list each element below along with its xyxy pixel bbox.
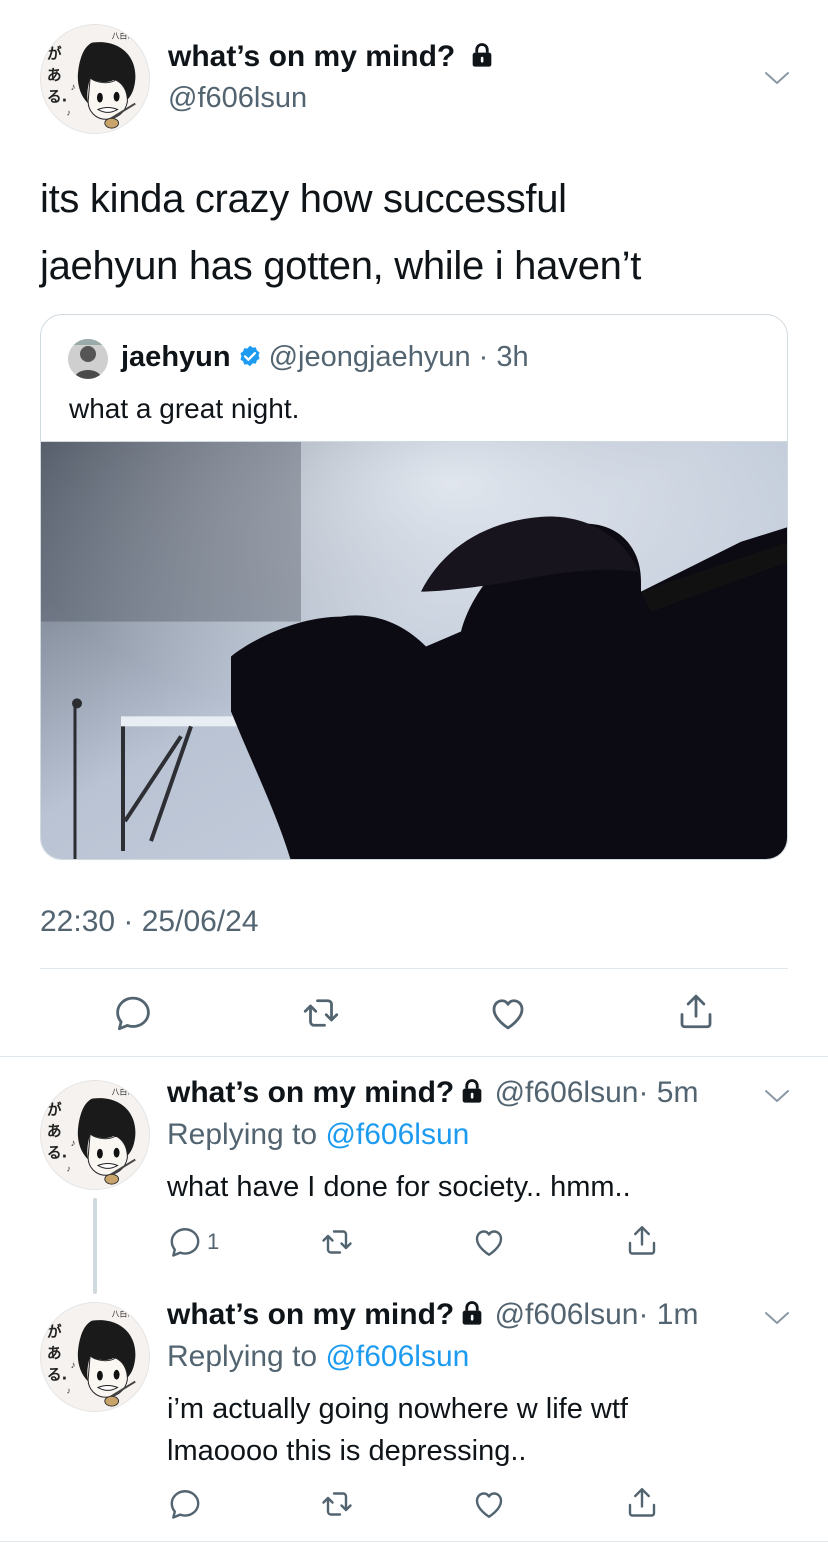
quote-text: what a great night.	[69, 393, 300, 424]
like-icon	[471, 1224, 507, 1260]
chevron-down-icon[interactable]	[764, 1310, 790, 1326]
reply-icon	[112, 992, 154, 1034]
quote-header: jaehyun @jeongjaehyun · 3h	[121, 341, 529, 374]
main-handle[interactable]: @f606lsun	[168, 82, 307, 115]
reply-header: what’s on my mind? @f606lsun· 1m	[167, 1298, 698, 1332]
retweet-button[interactable]	[318, 1224, 356, 1260]
main-tweet-text: its kinda crazy how successful jaehyun h…	[40, 177, 642, 288]
like-button[interactable]	[471, 1224, 507, 1260]
retweet-button[interactable]	[299, 992, 343, 1034]
quote-avatar[interactable]	[68, 339, 108, 379]
replying-to: Replying to @f606lsun	[167, 1118, 470, 1151]
divider	[40, 968, 788, 969]
reply-text: i’m actually going nowhere w life wtf lm…	[167, 1393, 628, 1467]
reply-text: what have I done for society.. hmm..	[167, 1171, 631, 1203]
like-button[interactable]	[487, 992, 529, 1034]
chevron-down-icon[interactable]	[764, 70, 790, 86]
share-icon	[624, 1484, 660, 1520]
reply-count: 1	[207, 1229, 220, 1254]
divider	[0, 1541, 828, 1542]
share-button[interactable]	[624, 1484, 660, 1520]
quote-photo[interactable]	[41, 441, 787, 859]
quote-display-name[interactable]: jaehyun	[121, 341, 231, 373]
reply-button[interactable]	[167, 1486, 203, 1522]
replying-to-link[interactable]: @f606lsun	[325, 1340, 469, 1373]
reply-time: · 5m	[638, 1076, 699, 1109]
retweet-button[interactable]	[318, 1486, 356, 1522]
share-icon	[675, 990, 717, 1032]
retweet-icon	[318, 1486, 356, 1522]
reply-avatar[interactable]	[40, 1080, 150, 1190]
thread-connector-line	[93, 1198, 97, 1294]
reply-icon	[167, 1224, 203, 1260]
reply-button[interactable]	[112, 992, 154, 1034]
lock-icon	[458, 1077, 486, 1105]
reply-display-name[interactable]: what’s on my mind?	[167, 1076, 454, 1109]
quote-time: · 3h	[478, 341, 529, 373]
reply-time: · 1m	[638, 1298, 699, 1331]
main-display-name[interactable]: what’s on my mind?	[168, 40, 496, 74]
chevron-down-icon[interactable]	[764, 1088, 790, 1104]
reply-handle[interactable]: @f606lsun	[495, 1076, 639, 1109]
reply-avatar[interactable]	[40, 1302, 150, 1412]
lock-icon	[468, 41, 496, 69]
share-button[interactable]	[675, 990, 717, 1032]
like-icon	[487, 992, 529, 1034]
quote-handle[interactable]: @jeongjaehyun	[269, 341, 471, 373]
divider	[0, 1056, 828, 1057]
reply-icon	[167, 1486, 203, 1522]
main-avatar[interactable]	[40, 24, 150, 134]
tweet-timestamp[interactable]: 22:30 · 25/06/24	[40, 905, 259, 939]
lock-icon	[458, 1299, 486, 1327]
reply-handle[interactable]: @f606lsun	[495, 1298, 639, 1331]
retweet-icon	[318, 1224, 356, 1260]
quoted-tweet-card[interactable]: jaehyun @jeongjaehyun · 3h what a great n…	[40, 314, 788, 860]
like-icon	[471, 1486, 507, 1522]
share-icon	[624, 1222, 660, 1258]
replying-to-link[interactable]: @f606lsun	[325, 1118, 469, 1151]
reply-button[interactable]: 1	[167, 1224, 219, 1260]
replying-to: Replying to @f606lsun	[167, 1340, 470, 1373]
like-button[interactable]	[471, 1486, 507, 1522]
reply-display-name[interactable]: what’s on my mind?	[167, 1298, 454, 1331]
share-button[interactable]	[624, 1222, 660, 1258]
reply-header: what’s on my mind? @f606lsun· 5m	[167, 1076, 698, 1110]
retweet-icon	[299, 992, 343, 1034]
verified-badge-icon	[240, 345, 260, 367]
